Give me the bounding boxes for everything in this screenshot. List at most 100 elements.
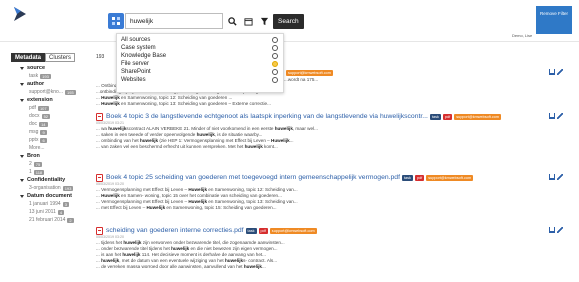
facet-item-label: 2 — [29, 161, 32, 167]
source-tag[interactable]: task — [401, 174, 413, 181]
source-option-label: Case system — [121, 45, 156, 51]
facet-title: extension — [27, 97, 53, 103]
remove-filter-button[interactable]: Remove Filter — [536, 6, 572, 34]
edit-icon[interactable] — [557, 227, 563, 233]
facet-item[interactable]: task 193 — [20, 72, 95, 80]
author-tag[interactable]: support@kmwebsoft.com — [286, 69, 333, 76]
cart-icon[interactable] — [549, 174, 555, 180]
extension-tag[interactable]: pdf — [442, 113, 453, 120]
facet-item[interactable]: 21 februari 2014 2 — [20, 216, 95, 224]
facet-item-label: docx — [29, 113, 40, 119]
facet-header-confidentiality[interactable]: Confidentiality — [20, 176, 95, 184]
cart-icon[interactable] — [549, 227, 555, 233]
facet-item-label: 21 februari 2014 — [29, 217, 66, 223]
calendar-icon[interactable] — [241, 14, 255, 28]
pdf-file-icon — [96, 226, 103, 235]
author-tag[interactable]: support@kmwebsoft.com — [269, 227, 317, 234]
filter-icon[interactable] — [257, 14, 271, 28]
caret-down-icon — [20, 194, 24, 198]
scope-icon — [272, 77, 278, 83]
result-actions — [547, 227, 563, 233]
result-title-link[interactable]: Boek 4 topic 3 de langstlevende echtgeno… — [106, 112, 428, 121]
search-icon[interactable] — [225, 14, 239, 28]
search-term-highlight: Huwelijk — [101, 101, 120, 106]
snippet-line: ... van zaken vel een beschermd erfrecht… — [96, 144, 278, 149]
facet-item-label: pdf — [29, 105, 36, 111]
facet-item[interactable]: doc 14 — [20, 120, 95, 128]
search-term-highlight: huwelijk — [108, 126, 127, 131]
scope-icon — [272, 37, 278, 43]
facet-item[interactable]: pdf 107 — [20, 104, 95, 112]
search-bar: Search — [108, 13, 304, 29]
extension-tag[interactable]: pdf — [414, 174, 425, 181]
edit-icon[interactable] — [557, 69, 563, 75]
author-tag[interactable]: support@kmwebsoft.com — [426, 174, 474, 181]
source-tag[interactable]: task — [245, 227, 257, 234]
source-tag[interactable]: task — [429, 113, 441, 120]
user-name: Demo, Lise — [512, 33, 533, 38]
facet-item-label: support@kno... — [29, 89, 63, 95]
facet-item-label: task — [29, 73, 39, 79]
search-term-highlight: Huwelijk — [188, 199, 207, 204]
count-badge: 107 — [37, 105, 49, 111]
facet-header-extension[interactable]: extension — [20, 96, 95, 104]
facet-item-label: doc — [29, 121, 38, 127]
source-option[interactable]: Knowledge Base — [117, 52, 283, 60]
source-option[interactable]: All sources — [117, 36, 283, 44]
scope-icon — [272, 45, 278, 51]
cart-icon[interactable] — [549, 113, 555, 119]
scope-icon — [272, 53, 278, 59]
facet-header-author[interactable]: author — [20, 80, 95, 88]
app-logo-icon[interactable] — [12, 6, 28, 22]
facet-item[interactable]: 1 januari 1994 3 — [20, 200, 95, 208]
pdf-file-icon — [96, 173, 103, 182]
extension-tag[interactable]: pdf — [258, 227, 268, 234]
search-term-highlight: huwelijk — [122, 252, 141, 257]
facet-header-bron[interactable]: Bron — [20, 152, 95, 160]
source-option[interactable]: File server — [117, 60, 283, 68]
result-title-link[interactable]: scheiding van goederen interne correctie… — [106, 226, 244, 235]
search-term-highlight: Huwelijk — [146, 205, 166, 210]
facet-item[interactable]: 13 juni 2011 4 — [20, 208, 95, 216]
facet-item[interactable]: pptx 6 — [20, 136, 95, 144]
count-badge: 3 — [62, 201, 69, 207]
sources-toggle-button[interactable] — [108, 13, 124, 29]
facet-item[interactable]: docx 52 — [20, 112, 95, 120]
source-option-label: File server — [121, 61, 150, 67]
pdf-file-icon — [96, 112, 103, 121]
result-title-row: scheiding van goederen interne correctie… — [96, 226, 566, 235]
facet-item[interactable]: 2 75 — [20, 160, 95, 168]
source-option[interactable]: Case system — [117, 44, 283, 52]
edit-icon[interactable] — [557, 174, 563, 180]
facet-item[interactable]: 3-organisation 193 — [20, 184, 95, 192]
facet-header-source[interactable]: source — [20, 64, 95, 72]
source-option[interactable]: Websites — [117, 76, 283, 84]
search-term-highlight: huwelijk — [139, 138, 159, 143]
tab-clusters[interactable]: Clusters — [45, 53, 76, 62]
facet-item[interactable]: 1 118 — [20, 168, 95, 176]
search-button[interactable]: Search — [273, 13, 304, 29]
count-badge: 14 — [39, 121, 48, 127]
search-term-highlight: huwelijk — [171, 246, 190, 251]
result-title-link[interactable]: Boek 4 topic 25 scheiding van goederen m… — [106, 173, 400, 182]
cart-icon[interactable] — [549, 69, 555, 75]
facet-item[interactable]: support@kno... 193 — [20, 88, 95, 96]
facet-item[interactable]: msg 9 — [20, 128, 95, 136]
result-actions — [547, 174, 563, 180]
author-tag[interactable]: support@kmwebsoft.com — [454, 113, 502, 120]
source-option-label: All sources — [121, 37, 151, 43]
facet-more-link[interactable]: More... — [20, 144, 95, 152]
facet-header-datum-document[interactable]: Datum document — [20, 192, 95, 200]
count-badge: 193 — [64, 89, 76, 95]
source-option[interactable]: SharePoint — [117, 68, 283, 76]
search-term-highlight: Huwelijk — [188, 187, 207, 192]
tab-metadata[interactable]: Metadata — [11, 53, 46, 62]
search-term-highlight: Huwelijk — [101, 95, 120, 100]
source-option-label: Websites — [121, 77, 146, 83]
edit-icon[interactable] — [557, 113, 563, 119]
facet-item-label: pptx — [29, 137, 39, 143]
count-badge: 52 — [41, 113, 51, 119]
facet-title: author — [27, 81, 45, 87]
search-input[interactable] — [125, 13, 223, 29]
search-term-highlight: huwelijk — [224, 258, 244, 263]
